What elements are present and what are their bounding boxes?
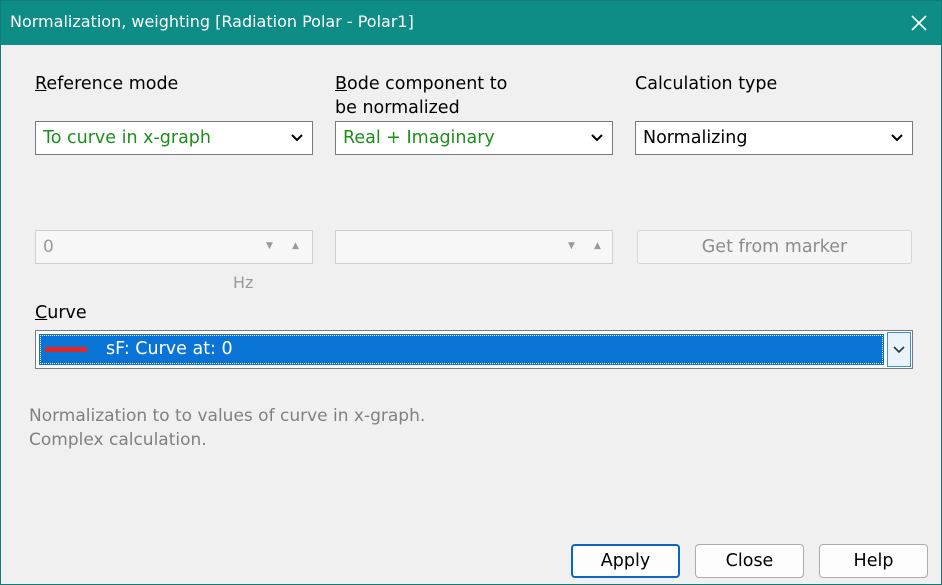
get-from-marker-button[interactable]: Get from marker [637,230,912,264]
secondary-spin-field[interactable]: ▼ ▲ [335,230,613,264]
calculation-type-value: Normalizing [643,128,748,148]
reference-mode-label: Reference mode [35,74,179,94]
curve-color-swatch [45,347,87,352]
calculation-type-select[interactable]: Normalizing [635,121,913,155]
chevron-down-icon [893,346,905,354]
window-close-button[interactable] [897,1,941,45]
curve-label: Curve [35,303,87,323]
window-title: Normalization, weighting [Radiation Pola… [10,12,414,31]
chevron-down-icon [891,134,903,142]
frequency-spin-field[interactable]: 0 ▼ ▲ [35,230,313,264]
spin-down-icon[interactable]: ▼ [266,241,273,251]
frequency-value: 0 [43,237,54,257]
calculation-type-label: Calculation type [635,74,778,94]
help-button[interactable]: Help [819,544,928,578]
title-bar: Normalization, weighting [Radiation Pola… [1,1,941,45]
chevron-down-icon [291,134,303,142]
chevron-down-icon [591,134,603,142]
close-button[interactable]: Close [695,544,804,578]
close-icon [911,15,927,31]
curve-selected-item: sF: Curve at: 0 [39,334,884,365]
apply-button[interactable]: Apply [571,544,680,578]
bode-component-label-line1: Bode component to [335,74,508,94]
bode-component-value: Real + Imaginary [343,128,495,148]
frequency-unit: Hz [233,273,254,292]
reference-mode-select[interactable]: To curve in x-graph [35,121,313,155]
curve-select[interactable]: sF: Curve at: 0 [35,330,913,369]
description-line1: Normalization to to values of curve in x… [29,406,426,426]
bode-component-select[interactable]: Real + Imaginary [335,121,613,155]
reference-mode-value: To curve in x-graph [43,128,211,148]
bode-component-label-line2: be normalized [335,98,460,118]
spin-up-icon[interactable]: ▲ [292,241,299,251]
description-line2: Complex calculation. [29,430,207,450]
spin-down-icon[interactable]: ▼ [568,241,575,251]
curve-value: sF: Curve at: 0 [106,339,233,359]
spin-up-icon[interactable]: ▲ [594,241,601,251]
dialog-window: Normalization, weighting [Radiation Pola… [0,0,942,585]
curve-dropdown-button[interactable] [887,332,911,367]
